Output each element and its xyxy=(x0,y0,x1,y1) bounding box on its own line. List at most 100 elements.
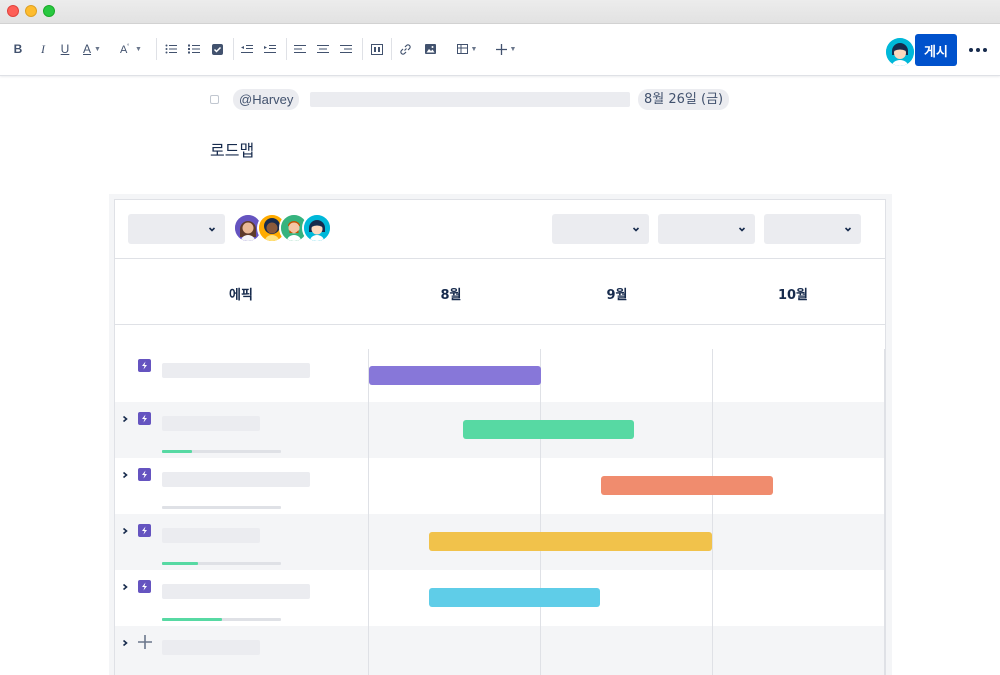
epic-column-header: 에픽 xyxy=(229,288,253,303)
image-button[interactable] xyxy=(423,40,437,58)
indent-icon xyxy=(264,45,276,53)
toolbar-divider xyxy=(233,38,234,60)
chevron-down-icon: ▼ xyxy=(135,45,142,53)
epic-progress-bar xyxy=(162,506,281,509)
close-window-button[interactable] xyxy=(7,5,19,17)
epic-bar-red[interactable] xyxy=(601,476,773,495)
chevron-down-icon xyxy=(208,227,216,232)
action-item-button[interactable] xyxy=(210,40,224,58)
app-window: B I U A ▼ A ° ▼ ▼ ▼ 게시 @Harvey 8월 26일 (금… xyxy=(0,0,1000,675)
roadmap-select-1[interactable] xyxy=(552,214,649,244)
table-icon xyxy=(456,44,468,54)
epic-bar-teal[interactable] xyxy=(429,588,600,607)
section-heading: 로드맵 xyxy=(210,141,255,160)
toolbar-divider xyxy=(156,38,157,60)
epic-progress-bar xyxy=(162,450,281,453)
epic-bar-yellow[interactable] xyxy=(429,532,712,551)
more-actions-button[interactable] xyxy=(966,40,990,60)
align-left-button[interactable] xyxy=(293,40,307,58)
link-icon xyxy=(399,43,411,55)
checkbox-icon xyxy=(211,43,223,55)
underline-button[interactable]: U xyxy=(59,40,71,58)
link-button[interactable] xyxy=(398,40,412,58)
bullet-list-button[interactable] xyxy=(164,40,178,58)
roadmap-select-2[interactable] xyxy=(658,214,755,244)
dot xyxy=(976,48,980,52)
dot xyxy=(969,48,973,52)
chevron-right-icon[interactable] xyxy=(121,583,129,591)
due-date-lozenge[interactable]: 8월 26일 (금) xyxy=(638,89,730,110)
epic-bar-purple[interactable] xyxy=(369,366,541,385)
task-text-placeholder xyxy=(310,92,630,107)
text-color-button[interactable]: A ▼ xyxy=(81,40,103,58)
align-right-icon xyxy=(340,45,352,53)
outdent-icon xyxy=(241,45,253,53)
lightning-icon xyxy=(142,414,147,423)
epic-bar-green[interactable] xyxy=(463,420,634,439)
text-style-icon: A ° xyxy=(120,44,130,55)
zoom-window-button[interactable] xyxy=(43,5,55,17)
epic-title-placeholder[interactable] xyxy=(162,363,310,378)
chevron-down-icon xyxy=(632,227,640,232)
roadmap-filter-select[interactable] xyxy=(128,214,225,244)
epic-progress-fill xyxy=(162,450,192,453)
plus-icon[interactable] xyxy=(137,634,153,650)
epic-title-placeholder[interactable] xyxy=(162,416,260,431)
numbered-list-button[interactable] xyxy=(187,40,201,58)
epic-title-placeholder[interactable] xyxy=(162,472,310,487)
epic-progress-fill xyxy=(162,562,198,565)
month-header-sep: 9월 xyxy=(606,288,628,303)
plus-icon xyxy=(495,43,507,55)
insert-button[interactable]: ▼ xyxy=(494,40,518,58)
chevron-right-icon[interactable] xyxy=(121,415,129,423)
align-center-button[interactable] xyxy=(316,40,330,58)
dot xyxy=(983,48,987,52)
team-avatar-4[interactable] xyxy=(302,213,332,243)
numbered-list-icon xyxy=(188,44,200,54)
title-bar xyxy=(0,0,1000,24)
lightning-icon xyxy=(142,582,147,591)
italic-button[interactable]: I xyxy=(37,40,49,58)
epic-title-placeholder[interactable] xyxy=(162,584,310,599)
avatar-face-icon xyxy=(886,38,914,66)
toolbar-divider xyxy=(362,38,363,60)
avatar-face-icon xyxy=(304,215,330,241)
lightning-icon xyxy=(142,470,147,479)
bold-button[interactable]: B xyxy=(12,40,24,58)
toolbar-divider xyxy=(286,38,287,60)
bullet-list-icon xyxy=(165,44,177,54)
align-left-icon xyxy=(294,45,306,53)
epic-lightning-icon xyxy=(138,359,151,372)
layouts-button[interactable] xyxy=(370,40,384,58)
timeline-gridline xyxy=(884,349,885,675)
chevron-down-icon xyxy=(738,227,746,232)
epic-lightning-icon xyxy=(138,524,151,537)
roadmap-header-divider xyxy=(114,258,886,259)
publish-button[interactable]: 게시 xyxy=(915,34,957,66)
align-right-button[interactable] xyxy=(339,40,353,58)
new-epic-placeholder[interactable] xyxy=(162,640,260,655)
more-formatting-button[interactable]: A ° ▼ xyxy=(115,40,145,58)
layout-columns-icon xyxy=(371,43,383,55)
chevron-right-icon[interactable] xyxy=(121,639,129,647)
svg-text:°: ° xyxy=(127,44,130,50)
epic-progress-bar xyxy=(162,618,281,621)
task-checkbox[interactable] xyxy=(210,95,219,104)
table-button[interactable]: ▼ xyxy=(455,40,479,58)
chevron-right-icon[interactable] xyxy=(121,471,129,479)
mention-lozenge[interactable]: @Harvey xyxy=(233,89,300,110)
lightning-icon xyxy=(142,361,147,370)
minimize-window-button[interactable] xyxy=(25,5,37,17)
epic-progress-fill xyxy=(162,618,222,621)
chevron-down-icon xyxy=(844,227,852,232)
timeline-gridline xyxy=(540,349,541,675)
roadmap-select-3[interactable] xyxy=(764,214,861,244)
epic-progress-bar xyxy=(162,562,281,565)
epic-lightning-icon xyxy=(138,468,151,481)
user-avatar[interactable] xyxy=(886,38,914,66)
indent-button[interactable] xyxy=(263,40,277,58)
outdent-button[interactable] xyxy=(240,40,254,58)
epic-title-placeholder[interactable] xyxy=(162,528,260,543)
timeline-gridline xyxy=(712,349,713,675)
chevron-right-icon[interactable] xyxy=(121,527,129,535)
